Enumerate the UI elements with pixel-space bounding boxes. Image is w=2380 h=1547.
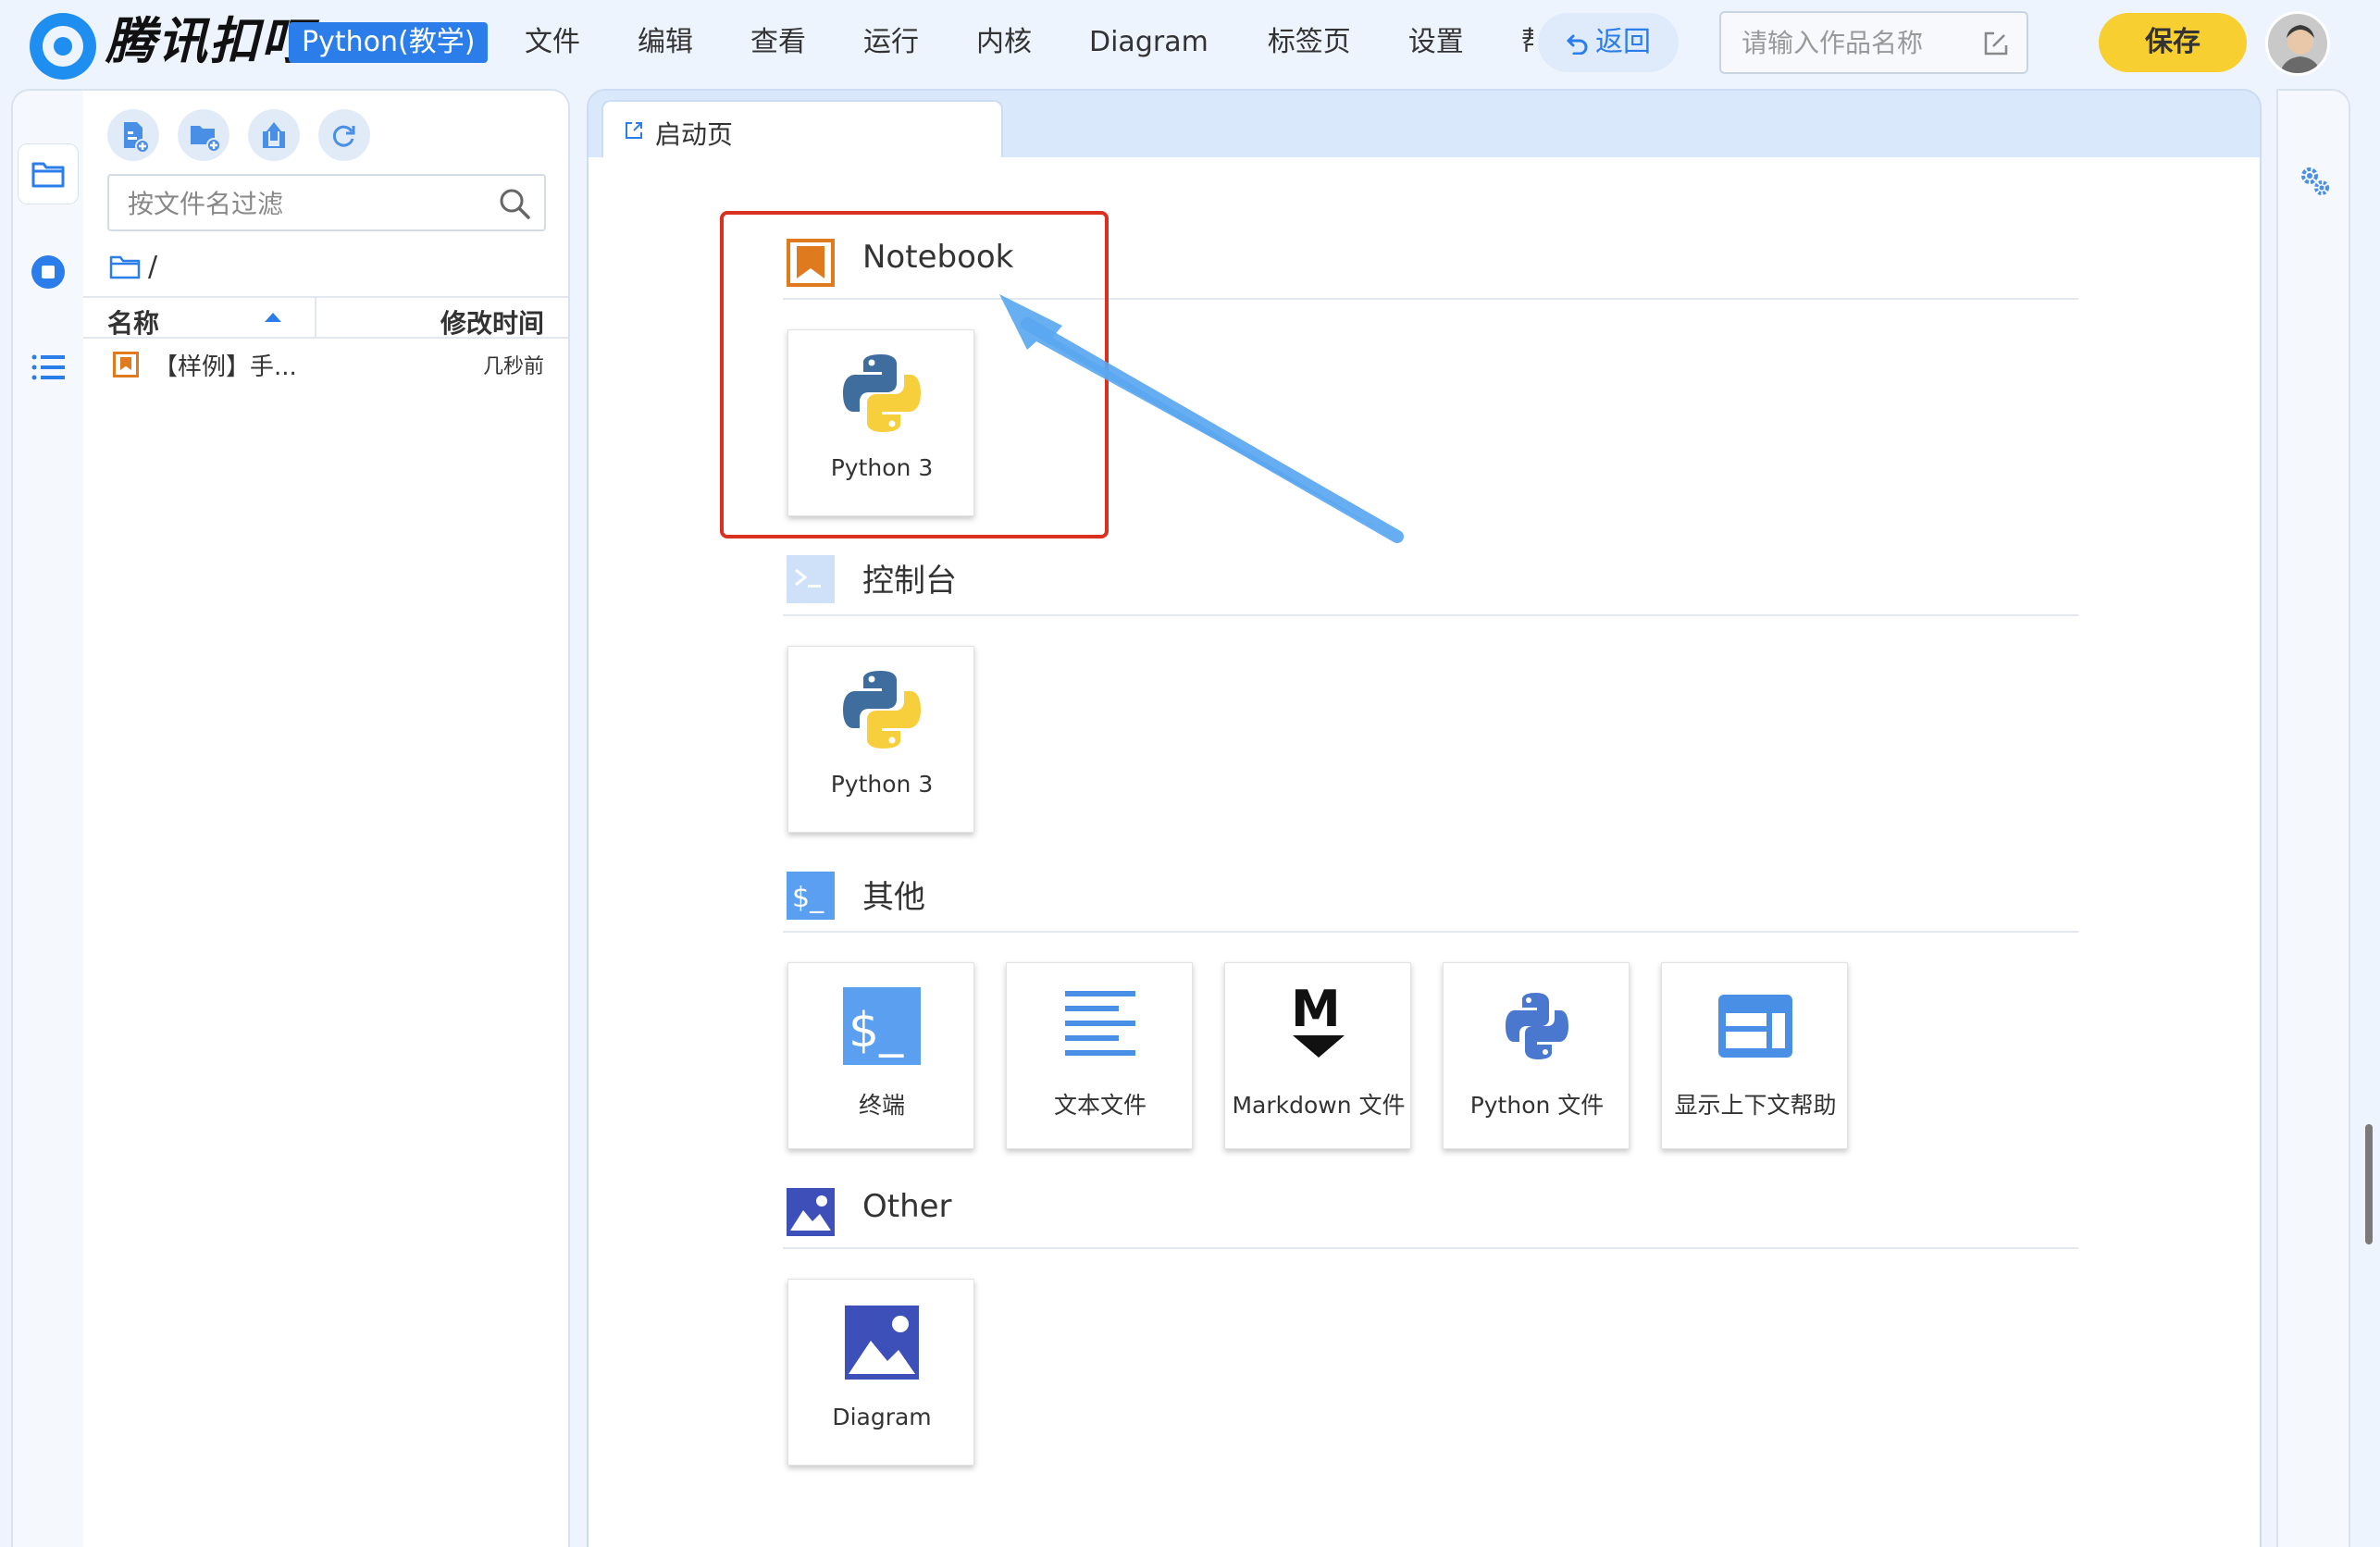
file-filter-field — [107, 174, 546, 231]
back-label: 返回 — [1595, 26, 1651, 58]
text-file-card[interactable]: 文本文件 — [1006, 962, 1193, 1149]
brand-name: 腾讯扣叮 — [105, 12, 313, 70]
menu-file[interactable]: 文件 — [525, 20, 580, 65]
menu-run[interactable]: 运行 — [863, 20, 919, 65]
svg-text:M: M — [1291, 984, 1341, 1038]
launcher-icon — [626, 122, 642, 139]
menu-tabs[interactable]: 标签页 — [1268, 20, 1351, 65]
notebook-icon — [787, 239, 835, 287]
upload-button[interactable] — [248, 109, 300, 161]
section-notebook: Notebook — [783, 226, 2078, 300]
new-folder-icon — [191, 126, 221, 153]
list-icon — [31, 354, 65, 380]
new-folder-button[interactable] — [178, 109, 229, 161]
svg-text:$_: $_ — [792, 882, 824, 914]
home-folder-icon — [109, 255, 141, 279]
gears-icon[interactable] — [2299, 165, 2332, 198]
avatar[interactable] — [2265, 11, 2330, 76]
image-icon — [787, 1188, 835, 1236]
column-modified[interactable]: 修改时间 — [440, 303, 544, 340]
file-modified: 几秒前 — [482, 355, 544, 378]
section-title: 其他 — [862, 879, 925, 916]
console-icon — [787, 555, 835, 603]
section-other-tools: $_ 其他 — [783, 859, 2078, 933]
section-title: Notebook — [862, 239, 1014, 276]
section-console: 控制台 — [783, 542, 2078, 616]
menu-edit[interactable]: 编辑 — [638, 20, 693, 65]
diagram-card[interactable]: Diagram — [787, 1279, 974, 1466]
console-python3-card[interactable]: Python 3 — [787, 646, 974, 833]
column-divider[interactable] — [315, 298, 316, 339]
card-label: Python 3 — [830, 454, 934, 481]
menu-view[interactable]: 查看 — [750, 20, 806, 65]
file-list-item[interactable]: 【样例】手... 几秒前 — [83, 340, 568, 387]
column-name[interactable]: 名称 — [107, 303, 159, 340]
save-button[interactable]: 保存 — [2099, 13, 2247, 72]
scrollbar[interactable] — [2365, 1124, 2373, 1244]
new-file-button[interactable] — [107, 109, 159, 161]
markdown-file-card[interactable]: M Markdown 文件 — [1224, 962, 1411, 1149]
python-icon — [843, 354, 921, 432]
stop-circle-icon — [31, 255, 65, 289]
breadcrumb-path: / — [148, 250, 158, 283]
card-label: Python 3 — [830, 771, 934, 798]
activity-bar — [11, 89, 85, 1547]
upload-icon — [263, 122, 285, 148]
notebook-python3-card[interactable]: Python 3 — [787, 329, 974, 516]
card-label: 终端 — [858, 1092, 905, 1119]
menu-help[interactable]: 帮助 — [1521, 20, 1533, 65]
card-label: 文本文件 — [1053, 1092, 1147, 1119]
python-file-icon — [1506, 993, 1568, 1059]
python-file-card[interactable]: Python 文件 — [1443, 962, 1630, 1149]
top-bar: 腾讯扣叮 Python(教学) 文件 编辑 查看 运行 内核 Diagram 标… — [0, 0, 2380, 86]
refresh-icon — [332, 125, 355, 147]
other-terminal-icon: $_ — [787, 872, 835, 920]
file-name: 【样例】手... — [154, 353, 297, 381]
card-label: Diagram — [832, 1404, 932, 1430]
new-file-icon — [124, 122, 150, 154]
tab-launcher[interactable]: 启动页 — [601, 100, 1003, 163]
file-browser-tab[interactable] — [19, 144, 78, 204]
folder-icon — [31, 162, 65, 188]
menu-bar: 文件 编辑 查看 运行 内核 Diagram 标签页 设置 帮助 — [525, 20, 1533, 65]
section-title: Other — [862, 1188, 952, 1225]
markdown-icon: M — [1291, 984, 1345, 1058]
diagram-icon — [845, 1306, 919, 1380]
context-help-card[interactable]: 显示上下文帮助 — [1661, 962, 1848, 1149]
text-file-icon — [1065, 991, 1135, 1056]
main-tab-bar: 启动页 — [587, 89, 2262, 163]
card-label: Python 文件 — [1469, 1092, 1605, 1119]
undo-arrow-icon — [1566, 13, 1590, 72]
search-icon[interactable] — [498, 187, 531, 220]
back-button[interactable]: 返回 — [1538, 13, 1679, 72]
running-kernels-tab[interactable] — [19, 242, 78, 302]
logo-icon — [30, 13, 96, 80]
notebook-icon — [113, 352, 139, 377]
file-list-header: 名称 修改时间 — [83, 296, 568, 339]
section-title: 控制台 — [862, 563, 957, 600]
tab-label: 启动页 — [655, 119, 734, 150]
svg-text:$_: $_ — [849, 1003, 904, 1058]
breadcrumb[interactable]: / — [109, 248, 157, 285]
menu-kernel[interactable]: 内核 — [976, 20, 1032, 65]
file-filter-input[interactable] — [128, 187, 479, 220]
file-browser-panel: / 名称 修改时间 【样例】手... 几秒前 — [83, 89, 570, 1547]
table-of-contents-tab[interactable] — [19, 339, 78, 398]
section-other: Other — [783, 1175, 2078, 1249]
python-icon — [843, 671, 921, 749]
card-label: Markdown 文件 — [1232, 1092, 1406, 1119]
context-help-icon — [1718, 995, 1792, 1058]
project-title-field — [1719, 11, 2028, 74]
terminal-card[interactable]: $_ 终端 — [787, 962, 974, 1149]
card-label: 显示上下文帮助 — [1674, 1092, 1837, 1119]
sort-ascending-icon — [265, 313, 281, 322]
refresh-button[interactable] — [318, 109, 370, 161]
right-sidebar — [2276, 89, 2350, 1547]
menu-diagram[interactable]: Diagram — [1089, 20, 1209, 65]
edit-icon[interactable] — [1982, 30, 2010, 57]
menu-settings[interactable]: 设置 — [1408, 20, 1464, 65]
terminal-icon: $_ — [843, 987, 921, 1065]
project-title-input[interactable] — [1742, 24, 1973, 61]
edition-badge: Python(教学) — [289, 22, 489, 63]
